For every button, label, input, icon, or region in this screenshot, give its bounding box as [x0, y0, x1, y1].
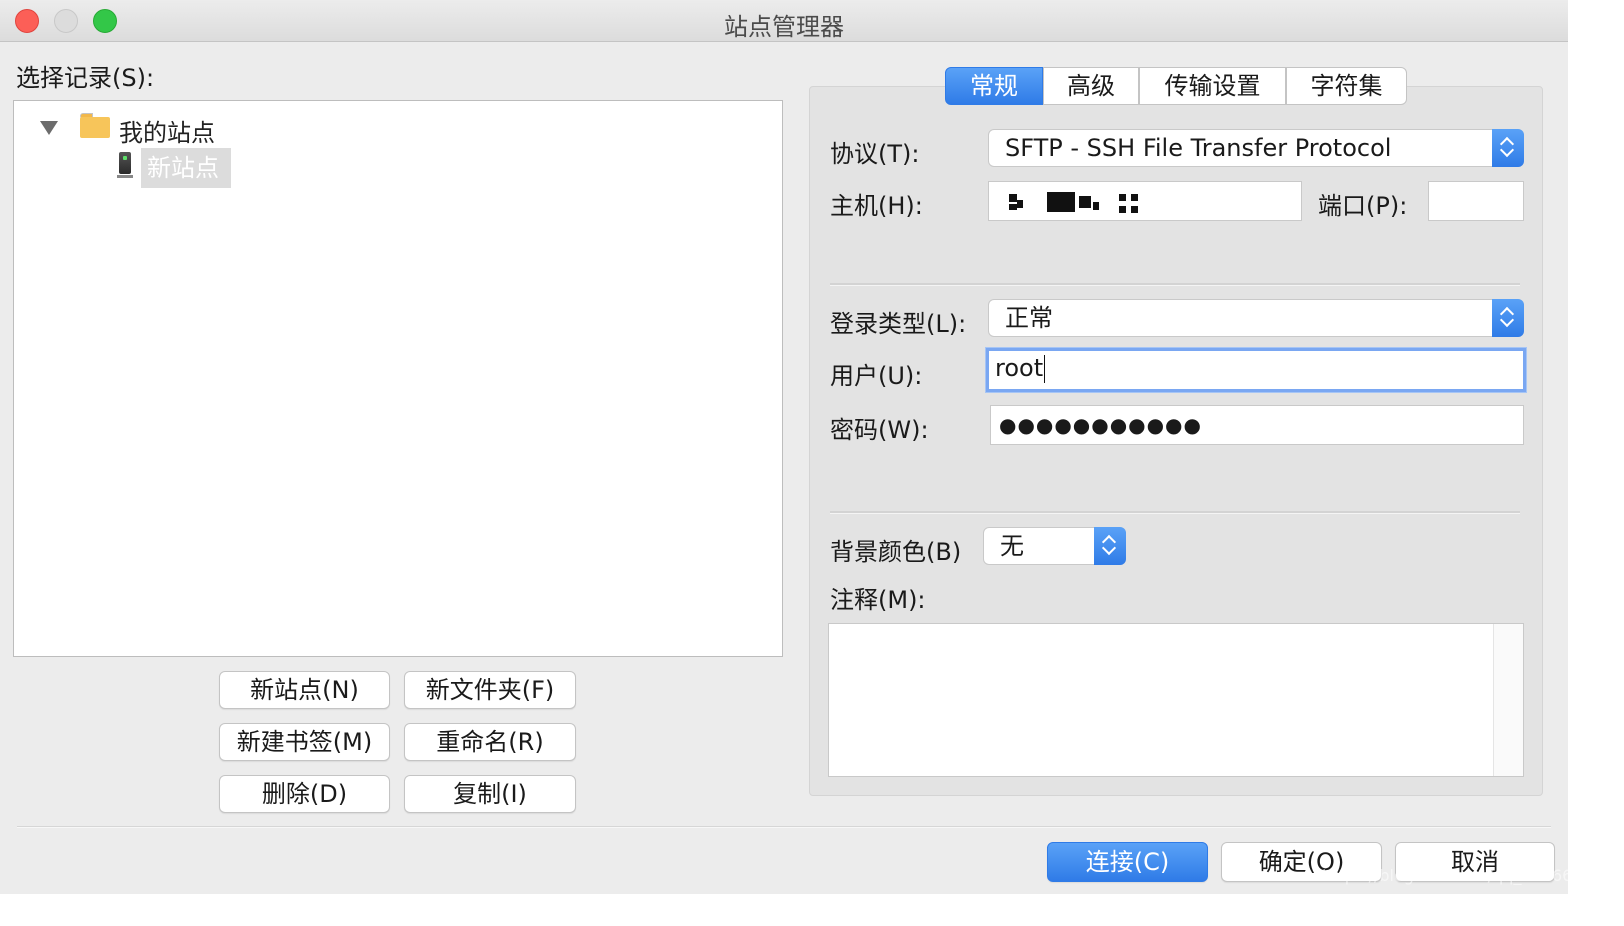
delete-button[interactable]: 删除(D): [219, 775, 390, 813]
logon-type-value: 正常: [1005, 304, 1053, 332]
connect-button[interactable]: 连接(C): [1047, 842, 1208, 882]
user-input[interactable]: root: [986, 348, 1526, 392]
copy-button[interactable]: 复制(I): [404, 775, 576, 813]
port-label: 端口(P):: [1318, 192, 1408, 220]
tab-transfer-settings[interactable]: 传输设置: [1139, 67, 1286, 105]
text-caret: [1044, 355, 1046, 383]
settings-tabs: 常规 高级 传输设置 字符集: [945, 67, 1407, 105]
server-icon: [117, 152, 133, 180]
new-bookmark-button[interactable]: 新建书签(M): [219, 723, 390, 761]
user-label: 用户(U):: [830, 362, 923, 390]
logon-type-label: 登录类型(L):: [830, 310, 967, 338]
disclosure-triangle-icon[interactable]: [40, 121, 58, 135]
footer-separator: [17, 826, 1551, 828]
protocol-label: 协议(T):: [830, 140, 920, 168]
updown-chevron-icon: [1492, 129, 1524, 167]
background-color-label: 背景颜色(B): [830, 538, 962, 566]
new-site-button[interactable]: 新站点(N): [219, 671, 390, 709]
select-entry-label: 选择记录(S):: [16, 64, 155, 92]
logon-type-select[interactable]: 正常: [988, 299, 1524, 337]
host-label: 主机(H):: [830, 192, 923, 220]
watermark-text: https://blog.csdn.net/qq_43166688: [1322, 866, 1603, 885]
folder-icon: [80, 113, 110, 138]
updown-chevron-icon: [1492, 299, 1524, 337]
title-bar: 站点管理器: [0, 0, 1568, 42]
user-value: root: [995, 354, 1044, 382]
site-tree[interactable]: 我的站点 新站点: [13, 100, 783, 657]
separator: [830, 283, 1520, 286]
tree-item-my-sites[interactable]: 我的站点: [119, 113, 215, 148]
separator: [830, 511, 1520, 514]
tab-general[interactable]: 常规: [945, 67, 1043, 105]
password-input[interactable]: ●●●●●●●●●●●: [990, 405, 1524, 445]
host-input[interactable]: [988, 181, 1302, 221]
tab-charset[interactable]: 字符集: [1286, 67, 1407, 105]
window-title: 站点管理器: [724, 13, 844, 41]
protocol-select[interactable]: SFTP - SSH File Transfer Protocol: [988, 129, 1524, 167]
comments-label: 注释(M):: [830, 586, 926, 614]
port-input[interactable]: [1428, 181, 1524, 221]
new-folder-button[interactable]: 新文件夹(F): [404, 671, 576, 709]
comments-scrollbar[interactable]: [1493, 624, 1523, 776]
tree-item-new-site[interactable]: 新站点: [141, 148, 231, 188]
site-manager-window: 站点管理器 选择记录(S): 我的站点 新站点 新站点(N) 新文件夹(F) 新…: [0, 0, 1568, 894]
background-color-select[interactable]: 无: [983, 527, 1126, 565]
comments-textarea[interactable]: [828, 623, 1524, 777]
rename-button[interactable]: 重命名(R): [404, 723, 576, 761]
background-color-value: 无: [1000, 532, 1024, 560]
tab-advanced[interactable]: 高级: [1043, 67, 1139, 105]
protocol-value: SFTP - SSH File Transfer Protocol: [1005, 134, 1392, 162]
password-label: 密码(W):: [830, 416, 929, 444]
updown-chevron-icon: [1094, 527, 1126, 565]
